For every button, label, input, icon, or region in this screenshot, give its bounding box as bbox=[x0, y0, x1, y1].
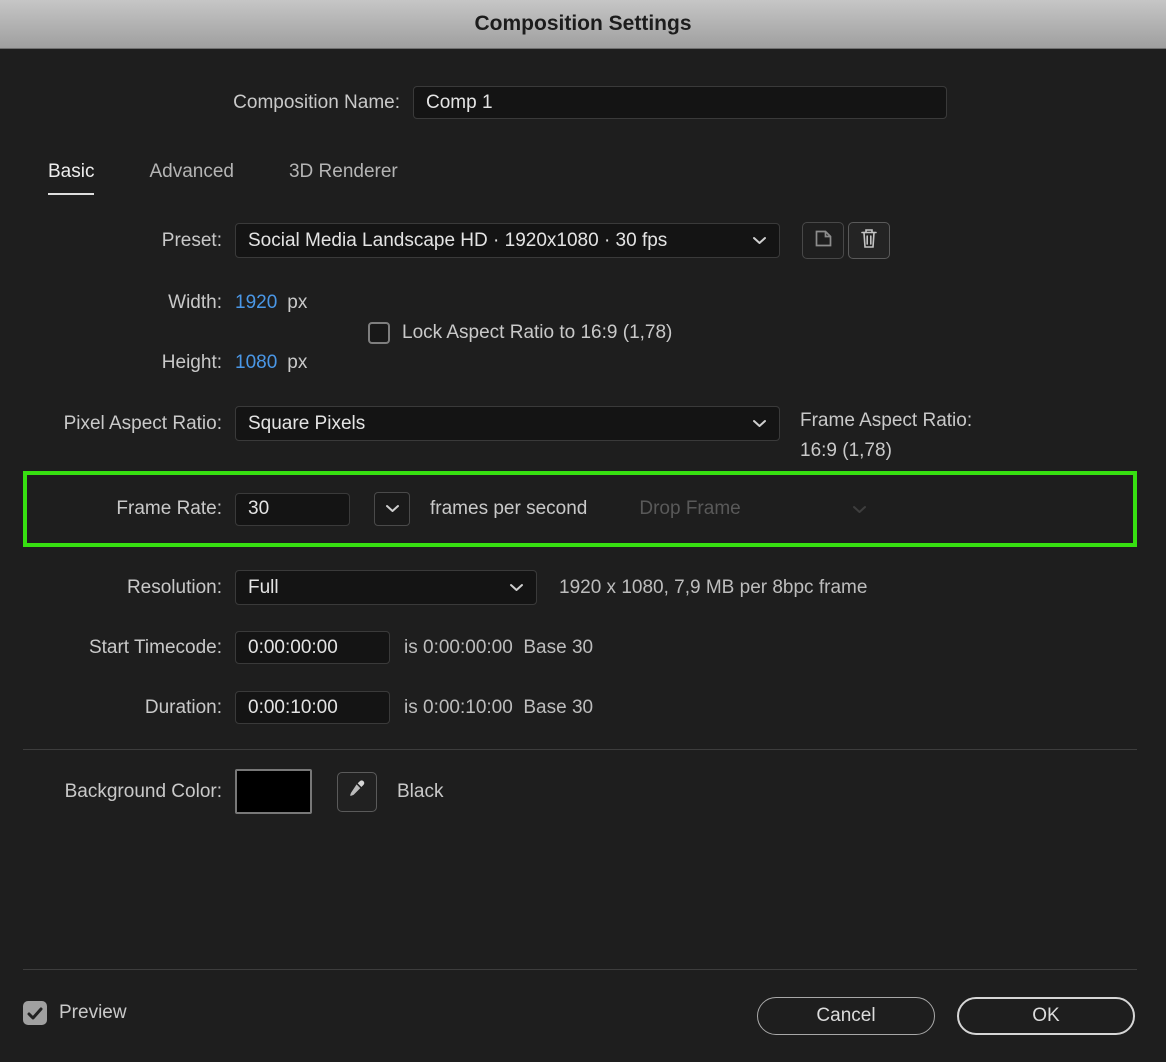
height-value[interactable]: 1080 bbox=[235, 352, 277, 374]
start-timecode-info: is 0:00:00:00 Base 30 bbox=[404, 637, 593, 659]
preset-select[interactable]: Social Media Landscape HD · 1920x1080 · … bbox=[235, 223, 780, 258]
frame-aspect-ratio-value: 16:9 (1,78) bbox=[800, 436, 972, 466]
dialog-body: Composition Name: Basic Advanced 3D Rend… bbox=[0, 49, 1166, 1062]
width-row: Width: 1920 px bbox=[0, 292, 307, 314]
frame-rate-highlight: Frame Rate: frames per second Drop Frame bbox=[23, 471, 1137, 547]
preview-checkbox[interactable]: Preview bbox=[23, 1001, 127, 1025]
chevron-down-icon bbox=[752, 236, 767, 245]
frame-rate-label: Frame Rate: bbox=[27, 498, 235, 520]
tab-bar: Basic Advanced 3D Renderer bbox=[48, 161, 398, 195]
composition-name-label: Composition Name: bbox=[0, 92, 413, 114]
pixel-aspect-ratio-select[interactable]: Square Pixels bbox=[235, 406, 780, 441]
section-divider bbox=[23, 749, 1137, 750]
delete-preset-button[interactable] bbox=[848, 222, 890, 259]
resolution-label: Resolution: bbox=[0, 577, 235, 599]
duration-info: is 0:00:10:00 Base 30 bbox=[404, 697, 593, 719]
pixel-aspect-ratio-row: Pixel Aspect Ratio: Square Pixels bbox=[0, 406, 780, 441]
ok-button[interactable]: OK bbox=[957, 997, 1135, 1035]
composition-name-input[interactable] bbox=[413, 86, 947, 119]
lock-aspect-label: Lock Aspect Ratio to 16:9 (1,78) bbox=[402, 322, 672, 344]
background-color-label: Background Color: bbox=[0, 781, 235, 803]
footer-buttons: Cancel OK bbox=[757, 997, 1135, 1035]
duration-input[interactable] bbox=[235, 691, 390, 724]
height-unit: px bbox=[287, 352, 307, 374]
frames-per-second-label: frames per second bbox=[430, 498, 587, 520]
chevron-down-icon bbox=[509, 583, 524, 592]
tab-basic[interactable]: Basic bbox=[48, 161, 94, 195]
height-label: Height: bbox=[0, 352, 235, 374]
drop-frame-label: Drop Frame bbox=[639, 498, 740, 520]
resolution-info: 1920 x 1080, 7,9 MB per 8bpc frame bbox=[559, 577, 867, 599]
preset-label: Preset: bbox=[0, 230, 235, 252]
eyedropper-button[interactable] bbox=[337, 772, 377, 812]
width-unit: px bbox=[287, 292, 307, 314]
composition-settings-dialog: Composition Settings Composition Name: B… bbox=[0, 0, 1166, 1062]
frame-rate-input[interactable] bbox=[235, 493, 350, 526]
width-value[interactable]: 1920 bbox=[235, 292, 277, 314]
resolution-row: Resolution: Full 1920 x 1080, 7,9 MB per… bbox=[0, 570, 867, 605]
preset-value: Social Media Landscape HD · 1920x1080 · … bbox=[248, 230, 667, 252]
composition-name-row: Composition Name: bbox=[0, 86, 947, 119]
eyedropper-icon bbox=[347, 779, 367, 804]
tab-3d-renderer[interactable]: 3D Renderer bbox=[289, 161, 398, 195]
height-row: Height: 1080 px bbox=[0, 352, 307, 374]
chevron-down-icon bbox=[852, 505, 867, 514]
lock-aspect-checkbox[interactable]: Lock Aspect Ratio to 16:9 (1,78) bbox=[368, 322, 672, 344]
pixel-aspect-ratio-label: Pixel Aspect Ratio: bbox=[0, 413, 235, 435]
chevron-down-icon bbox=[385, 500, 400, 518]
start-timecode-row: Start Timecode: is 0:00:00:00 Base 30 bbox=[0, 631, 593, 664]
background-color-swatch[interactable] bbox=[235, 769, 312, 814]
resolution-select[interactable]: Full bbox=[235, 570, 537, 605]
resolution-value: Full bbox=[248, 577, 279, 599]
duration-row: Duration: is 0:00:10:00 Base 30 bbox=[0, 691, 593, 724]
frame-rate-dropdown-button[interactable] bbox=[374, 492, 410, 526]
frame-aspect-ratio-block: Frame Aspect Ratio: 16:9 (1,78) bbox=[800, 406, 972, 466]
preset-row: Preset: Social Media Landscape HD · 1920… bbox=[0, 222, 890, 259]
start-timecode-label: Start Timecode: bbox=[0, 637, 235, 659]
width-label: Width: bbox=[0, 292, 235, 314]
pixel-aspect-ratio-value: Square Pixels bbox=[248, 413, 365, 435]
background-color-row: Background Color: Black bbox=[0, 769, 443, 814]
chevron-down-icon bbox=[752, 419, 767, 428]
cancel-button[interactable]: Cancel bbox=[757, 997, 935, 1035]
checkbox-checked-icon bbox=[23, 1001, 47, 1025]
background-color-name: Black bbox=[397, 781, 443, 803]
dialog-titlebar: Composition Settings bbox=[0, 0, 1166, 49]
save-preset-icon bbox=[814, 229, 833, 253]
duration-label: Duration: bbox=[0, 697, 235, 719]
start-timecode-input[interactable] bbox=[235, 631, 390, 664]
save-preset-button[interactable] bbox=[802, 222, 844, 259]
drop-frame-select: Drop Frame bbox=[639, 498, 867, 520]
footer-divider bbox=[23, 969, 1137, 970]
frame-aspect-ratio-label: Frame Aspect Ratio: bbox=[800, 406, 972, 436]
checkbox-unchecked-icon bbox=[368, 322, 390, 344]
tab-advanced[interactable]: Advanced bbox=[149, 161, 234, 195]
trash-icon bbox=[859, 227, 879, 254]
dialog-title: Composition Settings bbox=[475, 12, 692, 36]
preview-label: Preview bbox=[59, 1002, 127, 1024]
